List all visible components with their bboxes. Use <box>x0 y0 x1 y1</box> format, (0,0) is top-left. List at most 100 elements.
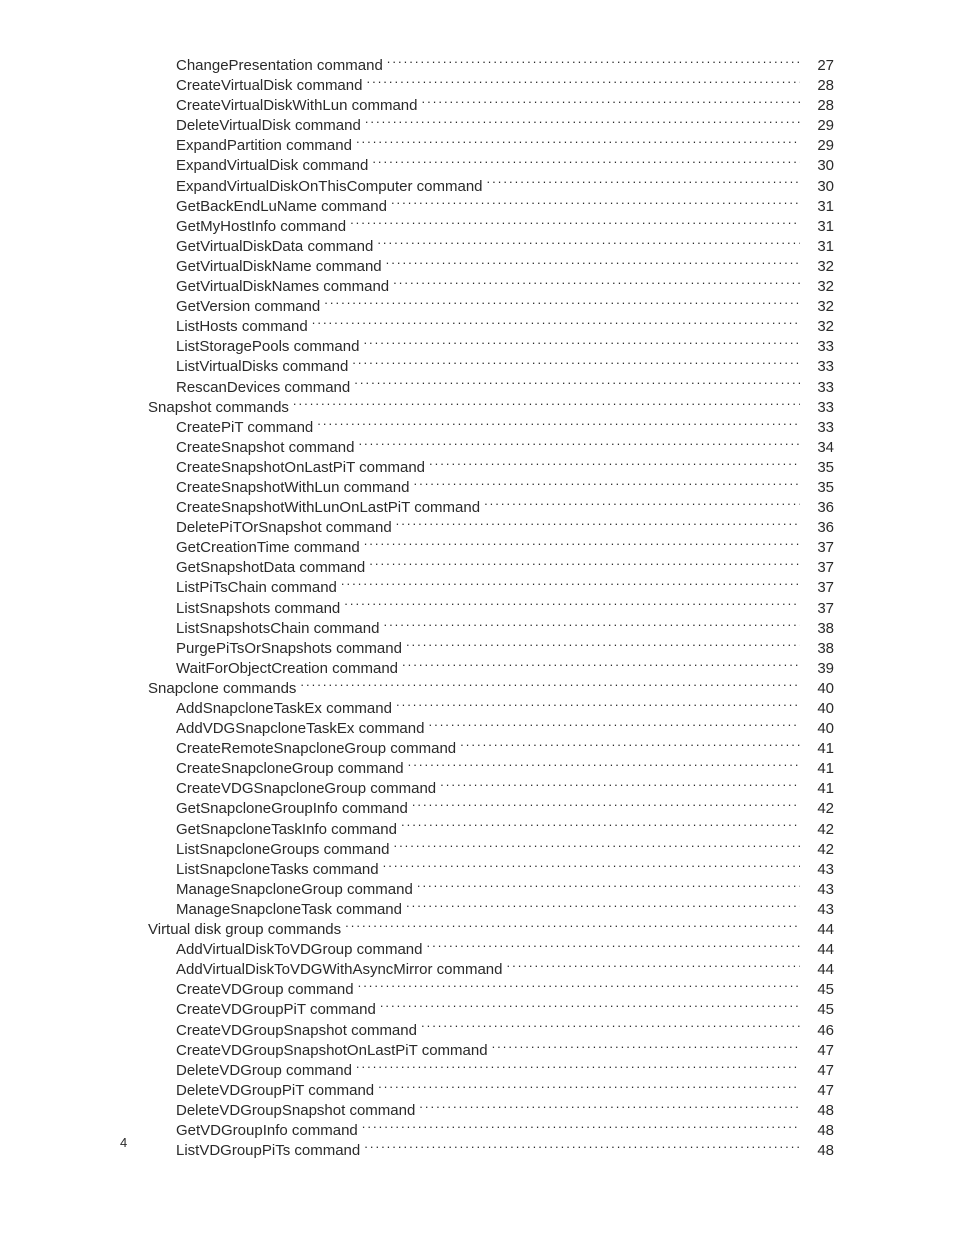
toc-row[interactable]: DeleteVirtualDisk command29 <box>120 115 834 135</box>
toc-page: 40 <box>800 680 834 698</box>
toc-leader <box>401 819 800 834</box>
toc-row[interactable]: GetSnapcloneGroupInfo command42 <box>120 798 834 818</box>
toc-row[interactable]: CreateVDGroupPiT command45 <box>120 999 834 1019</box>
toc-row[interactable]: RescanDevices command33 <box>120 377 834 397</box>
toc-leader <box>293 397 800 412</box>
toc-row[interactable]: GetSnapshotData command37 <box>120 557 834 577</box>
toc-row[interactable]: DeletePiTOrSnapshot command36 <box>120 517 834 537</box>
toc-row[interactable]: GetVDGroupInfo command48 <box>120 1120 834 1140</box>
toc-row[interactable]: Virtual disk group commands44 <box>120 919 834 939</box>
toc-leader <box>363 336 800 351</box>
toc-title: DeleteVDGroupSnapshot command <box>120 1102 419 1120</box>
toc-title: AddSnapcloneTaskEx command <box>120 700 396 718</box>
toc-leader <box>383 618 800 633</box>
toc-title: ListSnapshotsChain command <box>120 620 383 638</box>
toc-leader <box>387 55 800 70</box>
toc-row[interactable]: ManageSnapcloneGroup command43 <box>120 879 834 899</box>
toc-title: ManageSnapcloneTask command <box>120 901 406 919</box>
toc-leader <box>396 698 800 713</box>
toc-row[interactable]: GetVersion command32 <box>120 296 834 316</box>
toc-page: 43 <box>800 861 834 879</box>
toc-row[interactable]: AddVirtualDiskToVDGroup command44 <box>120 939 834 959</box>
toc-title: ListHosts command <box>120 318 312 336</box>
toc-leader <box>412 798 800 813</box>
toc-page: 44 <box>800 961 834 979</box>
toc-row[interactable]: GetCreationTime command37 <box>120 537 834 557</box>
toc-row[interactable]: AddVirtualDiskToVDGWithAsyncMirror comma… <box>120 959 834 979</box>
toc-row[interactable]: ListVirtualDisks command33 <box>120 356 834 376</box>
toc-leader <box>429 457 800 472</box>
toc-title: DeleteVDGroupPiT command <box>120 1082 378 1100</box>
toc-leader <box>421 1020 800 1035</box>
table-of-contents: ChangePresentation command27CreateVirtua… <box>120 55 834 1160</box>
toc-row[interactable]: AddSnapcloneTaskEx command 40 <box>120 698 834 718</box>
toc-row[interactable]: WaitForObjectCreation command39 <box>120 658 834 678</box>
toc-title: GetMyHostInfo command <box>120 218 350 236</box>
toc-row[interactable]: CreateSnapshotWithLun command35 <box>120 477 834 497</box>
toc-row[interactable]: CreateVDGroupSnapshot command46 <box>120 1020 834 1040</box>
toc-row[interactable]: GetVirtualDiskName command32 <box>120 256 834 276</box>
toc-title: CreateRemoteSnapcloneGroup command <box>120 740 460 758</box>
toc-row[interactable]: CreateSnapshot command34 <box>120 437 834 457</box>
toc-row[interactable]: Snapshot commands33 <box>120 397 834 417</box>
toc-row[interactable]: ListSnapcloneTasks command43 <box>120 859 834 879</box>
toc-row[interactable]: ChangePresentation command27 <box>120 55 834 75</box>
toc-title: DeleteVDGroup command <box>120 1062 356 1080</box>
toc-title: CreateSnapshotOnLastPiT command <box>120 459 429 477</box>
toc-row[interactable]: CreatePiT command33 <box>120 417 834 437</box>
toc-row[interactable]: ListVDGroupPiTs command48 <box>120 1140 834 1160</box>
toc-leader <box>356 1060 800 1075</box>
toc-row[interactable]: DeleteVDGroupPiT command47 <box>120 1080 834 1100</box>
toc-title: GetBackEndLuName command <box>120 198 391 216</box>
toc-page: 36 <box>800 499 834 517</box>
toc-row[interactable]: GetVirtualDiskNames command32 <box>120 276 834 296</box>
toc-title: CreateSnapshotWithLunOnLastPiT command <box>120 499 484 517</box>
toc-row[interactable]: ExpandVirtualDisk command30 <box>120 155 834 175</box>
toc-row[interactable]: GetBackEndLuName command31 <box>120 196 834 216</box>
toc-leader <box>380 999 800 1014</box>
toc-leader <box>402 658 800 673</box>
toc-row[interactable]: ExpandVirtualDiskOnThisComputer command3… <box>120 176 834 196</box>
toc-row[interactable]: ListSnapshots command37 <box>120 598 834 618</box>
toc-row[interactable]: CreateSnapshotWithLunOnLastPiT command 36 <box>120 497 834 517</box>
toc-page: 45 <box>800 981 834 999</box>
toc-page: 31 <box>800 238 834 256</box>
toc-row[interactable]: ListPiTsChain command37 <box>120 577 834 597</box>
toc-row[interactable]: DeleteVDGroup command47 <box>120 1060 834 1080</box>
toc-row[interactable]: PurgePiTsOrSnapshots command38 <box>120 638 834 658</box>
toc-row[interactable]: CreateVirtualDisk command28 <box>120 75 834 95</box>
toc-leader <box>396 517 800 532</box>
toc-row[interactable]: ListHosts command 32 <box>120 316 834 336</box>
toc-row[interactable]: ListSnapcloneGroups command42 <box>120 839 834 859</box>
toc-leader <box>356 135 800 150</box>
toc-row[interactable]: GetVirtualDiskData command31 <box>120 236 834 256</box>
toc-row[interactable]: GetMyHostInfo command31 <box>120 216 834 236</box>
toc-row[interactable]: DeleteVDGroupSnapshot command48 <box>120 1100 834 1120</box>
toc-page: 32 <box>800 318 834 336</box>
toc-leader <box>372 155 800 170</box>
toc-page: 40 <box>800 700 834 718</box>
toc-row[interactable]: ListSnapshotsChain command38 <box>120 618 834 638</box>
toc-leader <box>344 598 800 613</box>
toc-leader <box>506 959 800 974</box>
toc-row[interactable]: CreateRemoteSnapcloneGroup command41 <box>120 738 834 758</box>
toc-row[interactable]: Snapclone commands40 <box>120 678 834 698</box>
toc-row[interactable]: AddVDGSnapcloneTaskEx command40 <box>120 718 834 738</box>
toc-leader <box>366 75 800 90</box>
toc-page: 33 <box>800 379 834 397</box>
toc-title: CreateSnapshotWithLun command <box>120 479 413 497</box>
toc-title: Snapshot commands <box>120 399 293 417</box>
toc-row[interactable]: CreateVDGroupSnapshotOnLastPiT command47 <box>120 1040 834 1060</box>
toc-row[interactable]: CreateVirtualDiskWithLun command28 <box>120 95 834 115</box>
toc-row[interactable]: CreateSnapshotOnLastPiT command35 <box>120 457 834 477</box>
toc-title: GetVersion command <box>120 298 324 316</box>
toc-row[interactable]: ListStoragePools command33 <box>120 336 834 356</box>
toc-row[interactable]: CreateVDGroup command45 <box>120 979 834 999</box>
toc-row[interactable]: CreateSnapcloneGroup command41 <box>120 758 834 778</box>
toc-row[interactable]: CreateVDGSnapcloneGroup command41 <box>120 778 834 798</box>
toc-row[interactable]: ManageSnapcloneTask command43 <box>120 899 834 919</box>
toc-row[interactable]: ExpandPartition command29 <box>120 135 834 155</box>
toc-row[interactable]: GetSnapcloneTaskInfo command42 <box>120 819 834 839</box>
toc-title: CreateVirtualDisk command <box>120 77 366 95</box>
page-number: 4 <box>120 1135 127 1150</box>
